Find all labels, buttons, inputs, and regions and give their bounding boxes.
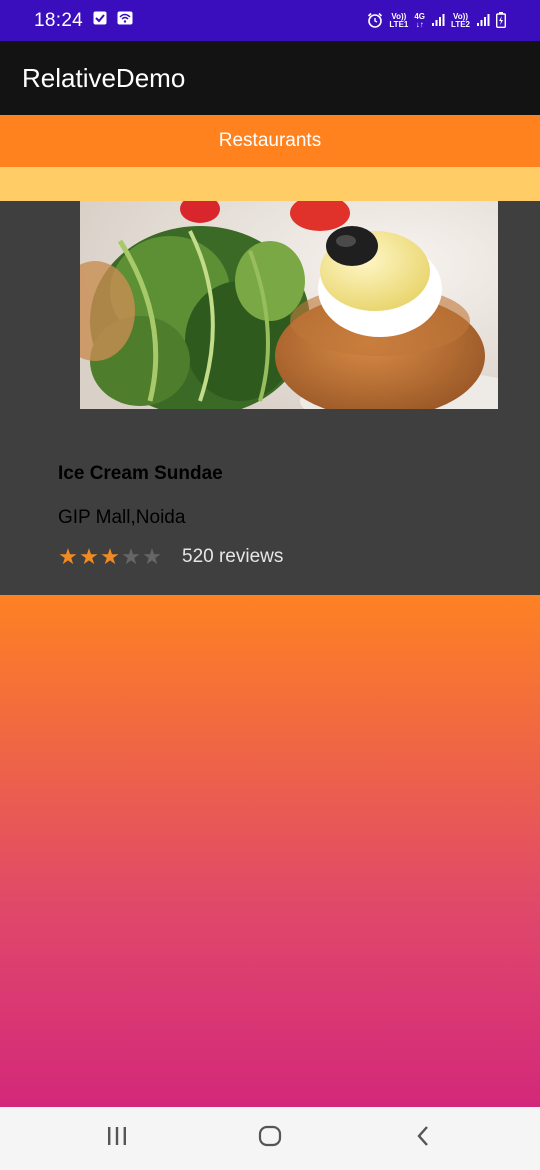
wifi-calling-icon (117, 11, 133, 30)
restaurant-title: Ice Cream Sundae (58, 463, 223, 484)
rating-row: ★ ★ ★ ★ ★ 520 reviews (58, 546, 283, 568)
home-button[interactable] (240, 1119, 300, 1159)
net2-bottom: ↓↑ (415, 19, 424, 29)
volte-lte2-icon: Vo)) LTE2 (451, 12, 470, 29)
star-filled-icon: ★ (79, 544, 99, 569)
app-title: RelativeDemo (22, 62, 186, 93)
home-icon (258, 1125, 282, 1152)
restaurant-location: GIP Mall,Noida (58, 507, 186, 528)
back-button[interactable] (393, 1119, 453, 1159)
recent-apps-button[interactable] (87, 1119, 147, 1159)
restaurants-header-label: Restaurants (218, 130, 322, 151)
yellow-strip (0, 167, 540, 201)
star-filled-icon: ★ (58, 544, 78, 569)
status-time: 18:24 (34, 9, 84, 31)
back-icon (415, 1125, 431, 1152)
star-filled-icon: ★ (100, 544, 120, 569)
reviews-count: 520 reviews (182, 546, 284, 567)
main-content: Restaurants Ice Cream Sundae GIP Mall,No… (0, 115, 540, 1107)
signal-icon (431, 13, 445, 29)
recent-apps-icon (106, 1126, 128, 1151)
battery-charging-icon (495, 11, 507, 30)
app-bar: RelativeDemo (0, 41, 540, 115)
restaurant-card[interactable]: Ice Cream Sundae GIP Mall,Noida ★ ★ ★ ★ ★ 52… (0, 201, 540, 595)
check-notification-icon (93, 11, 107, 30)
star-empty-icon: ★ (121, 544, 141, 569)
star-empty-icon: ★ (142, 544, 162, 569)
4g-icon: 4G ↓↑ (414, 12, 425, 29)
volte-lte1-icon: Vo)) LTE1 (389, 12, 409, 29)
net3-bottom: LTE2 (451, 19, 470, 29)
status-bar: 18:24 Vo)) LTE1 4G ↓↑ Vo)) LTE2 (0, 0, 540, 41)
navigation-bar (0, 1107, 540, 1170)
net1-bottom: LTE1 (389, 19, 409, 29)
food-photo (80, 201, 498, 409)
restaurants-header: Restaurants (0, 115, 540, 167)
signal-icon (476, 13, 490, 29)
alarm-icon (367, 12, 383, 30)
rating-stars: ★ ★ ★ ★ ★ (58, 546, 162, 568)
